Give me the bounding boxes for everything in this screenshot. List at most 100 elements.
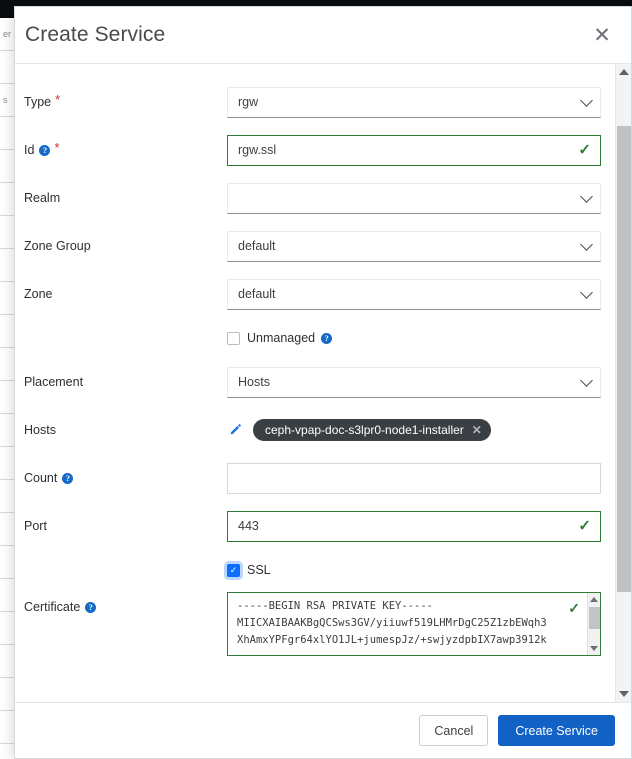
ssl-label[interactable]: SSL — [247, 563, 271, 577]
count-label-text: Count — [24, 471, 58, 485]
unmanaged-checkbox[interactable] — [227, 331, 240, 345]
certificate-text: -----BEGIN RSA PRIVATE KEY----- MIICXAIB… — [237, 600, 547, 646]
zone-label-text: Zone — [24, 287, 53, 301]
id-input-value: rgw.ssl — [238, 143, 277, 157]
form-row-zone: Zone default — [15, 270, 615, 318]
remove-host-icon[interactable]: ✕ — [472, 424, 482, 436]
port-control: 443 ✓ — [227, 510, 601, 542]
pencil-icon[interactable] — [227, 422, 243, 438]
form-row-certificate: Certificate ? -----BEGIN RSA PRIVATE KEY… — [15, 590, 615, 660]
create-service-dialog: Create Service ✕ Type * rgw Id ? * rgw.s… — [14, 6, 632, 759]
service-form: Type * rgw Id ? * rgw.ssl ✓ Realm Zone G… — [15, 64, 615, 702]
placement-select[interactable]: Hosts — [227, 366, 601, 398]
placement-select-value: Hosts — [238, 375, 270, 389]
dialog-header: Create Service ✕ — [15, 7, 631, 64]
realm-select[interactable] — [227, 182, 601, 214]
form-row-zone-group: Zone Group default — [15, 222, 615, 270]
certificate-scroll-thumb[interactable] — [589, 607, 600, 629]
id-label-text: Id — [24, 143, 35, 157]
required-asterisk: * — [54, 139, 60, 155]
background-row-text: er — [3, 29, 12, 39]
zone-control: default — [227, 278, 601, 310]
type-select-value: rgw — [238, 95, 259, 109]
cancel-button[interactable]: Cancel — [419, 715, 489, 746]
certificate-control: -----BEGIN RSA PRIVATE KEY----- MIICXAIB… — [227, 592, 601, 656]
port-label: Port — [24, 519, 227, 533]
zone-label: Zone — [24, 287, 227, 301]
zone-group-label: Zone Group — [24, 239, 227, 253]
host-badge-label: ceph-vpap-doc-s3lpr0-node1-installer — [265, 423, 464, 437]
background-row-text: s — [3, 95, 8, 105]
zone-select-value: default — [238, 287, 276, 301]
id-input[interactable]: rgw.ssl ✓ — [227, 134, 601, 166]
certificate-label: Certificate ? — [24, 592, 227, 614]
form-row-ssl: ✓ SSL — [15, 550, 615, 590]
realm-control — [227, 182, 601, 214]
help-icon[interactable]: ? — [321, 332, 333, 344]
zone-group-control: default — [227, 230, 601, 262]
scroll-down-icon[interactable] — [619, 691, 629, 697]
chevron-down-icon — [580, 374, 593, 387]
ssl-checkbox[interactable]: ✓ — [227, 563, 240, 577]
unmanaged-label[interactable]: Unmanaged ? — [247, 331, 333, 345]
form-row-id: Id ? * rgw.ssl ✓ — [15, 126, 615, 174]
form-row-hosts: Hosts ceph-vpap-doc-s3lpr0-node1-install… — [15, 406, 615, 454]
form-row-port: Port 443 ✓ — [15, 502, 615, 550]
placement-control: Hosts — [227, 366, 601, 398]
form-row-count: Count ? — [15, 454, 615, 502]
page-title: Create Service — [25, 23, 166, 46]
ssl-label-text: SSL — [247, 563, 271, 577]
id-control: rgw.ssl ✓ — [227, 134, 601, 166]
chevron-down-icon — [580, 94, 593, 107]
id-label: Id ? * — [24, 139, 227, 158]
zone-group-label-text: Zone Group — [24, 239, 91, 253]
dialog-footer: Cancel Create Service — [15, 702, 631, 758]
dialog-scrollbar[interactable] — [615, 64, 631, 702]
unmanaged-label-text: Unmanaged — [247, 331, 316, 345]
hosts-control: ceph-vpap-doc-s3lpr0-node1-installer ✕ — [227, 419, 601, 441]
required-asterisk: * — [55, 91, 61, 107]
count-label: Count ? — [24, 471, 227, 485]
dialog-scroll-thumb[interactable] — [617, 126, 631, 592]
placement-label-text: Placement — [24, 375, 84, 389]
host-badge[interactable]: ceph-vpap-doc-s3lpr0-node1-installer ✕ — [253, 419, 491, 441]
hosts-label: Hosts — [24, 423, 227, 437]
type-control: rgw — [227, 86, 601, 118]
count-input[interactable] — [227, 462, 601, 494]
help-icon[interactable]: ? — [85, 601, 97, 613]
realm-label-text: Realm — [24, 191, 61, 205]
valid-check-icon: ✓ — [568, 600, 580, 616]
form-row-placement: Placement Hosts — [15, 358, 615, 406]
port-input-value: 443 — [238, 519, 259, 533]
placement-label: Placement — [24, 375, 227, 389]
certificate-scrollbar[interactable] — [587, 593, 600, 655]
type-select[interactable]: rgw — [227, 86, 601, 118]
close-icon[interactable]: ✕ — [589, 22, 615, 48]
port-label-text: Port — [24, 519, 47, 533]
chevron-down-icon — [580, 190, 593, 203]
form-row-unmanaged: Unmanaged ? — [15, 318, 615, 358]
port-input[interactable]: 443 ✓ — [227, 510, 601, 542]
hosts-label-text: Hosts — [24, 423, 56, 437]
type-label: Type * — [24, 91, 227, 110]
certificate-textarea[interactable]: -----BEGIN RSA PRIVATE KEY----- MIICXAIB… — [227, 592, 601, 656]
scroll-up-icon[interactable] — [619, 69, 629, 75]
valid-check-icon: ✓ — [578, 141, 591, 159]
help-icon[interactable]: ? — [39, 144, 51, 156]
realm-label: Realm — [24, 191, 227, 205]
valid-check-icon: ✓ — [578, 517, 591, 535]
type-label-text: Type — [24, 95, 52, 109]
count-control — [227, 462, 601, 494]
zone-group-select[interactable]: default — [227, 230, 601, 262]
chevron-down-icon — [580, 238, 593, 251]
zone-select[interactable]: default — [227, 278, 601, 310]
scroll-down-icon[interactable] — [590, 646, 598, 651]
dialog-body: Type * rgw Id ? * rgw.ssl ✓ Realm Zone G… — [15, 64, 631, 702]
scroll-up-icon[interactable] — [590, 597, 598, 602]
chevron-down-icon — [580, 286, 593, 299]
zone-group-select-value: default — [238, 239, 276, 253]
form-row-type: Type * rgw — [15, 78, 615, 126]
certificate-label-text: Certificate — [24, 600, 81, 614]
help-icon[interactable]: ? — [62, 472, 74, 484]
create-service-button[interactable]: Create Service — [498, 715, 615, 746]
